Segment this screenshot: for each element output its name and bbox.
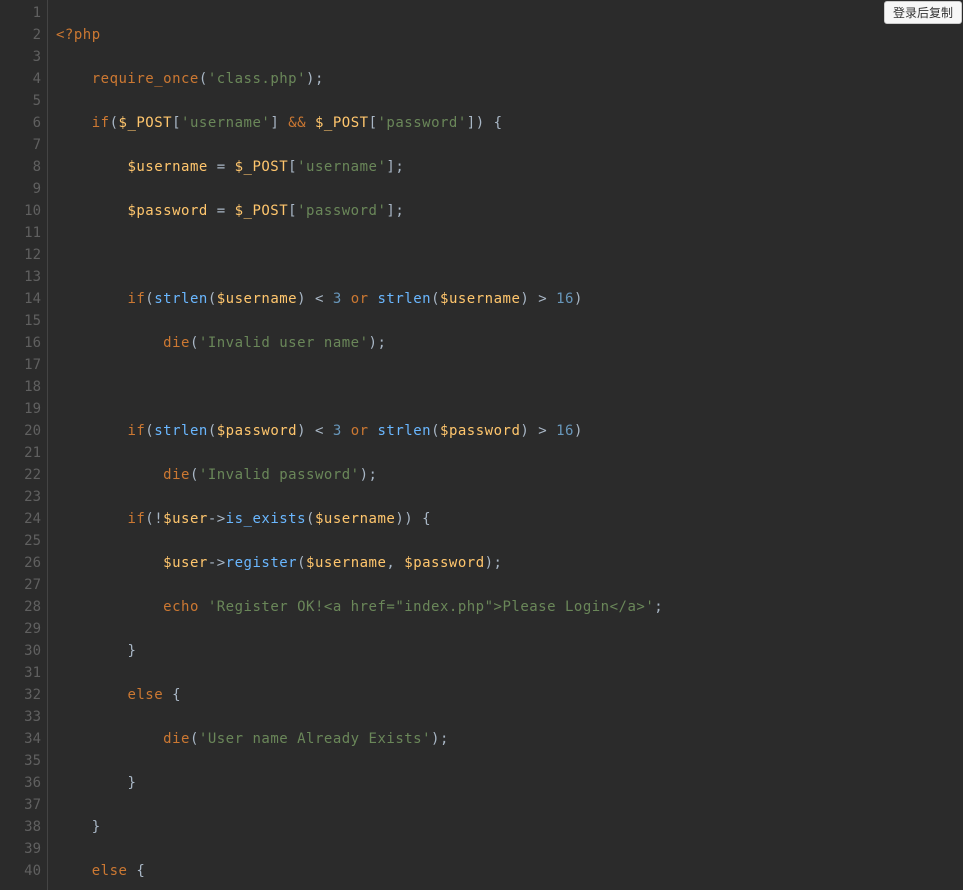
line-number: 2 [0,24,41,46]
code-line: <?php [56,24,963,46]
code-line: die('Invalid password'); [56,464,963,486]
line-number: 15 [0,310,41,332]
line-number: 8 [0,156,41,178]
line-number: 6 [0,112,41,134]
line-number: 7 [0,134,41,156]
line-number: 16 [0,332,41,354]
code-line: $password = $_POST['password']; [56,200,963,222]
line-number: 39 [0,838,41,860]
line-number: 3 [0,46,41,68]
line-number: 19 [0,398,41,420]
line-number: 10 [0,200,41,222]
code-line: else { [56,684,963,706]
line-number: 9 [0,178,41,200]
line-number: 31 [0,662,41,684]
line-number: 21 [0,442,41,464]
code-line: if(!$user->is_exists($username)) { [56,508,963,530]
line-number: 25 [0,530,41,552]
code-line: $username = $_POST['username']; [56,156,963,178]
code-line: else { [56,860,963,882]
code-line: die('User name Already Exists'); [56,728,963,750]
code-line: die('Invalid user name'); [56,332,963,354]
code-line: } [56,816,963,838]
line-number-gutter: 1 2 3 4 5 6 7 8 9 10 11 12 13 14 15 16 1… [0,0,48,890]
copy-after-login-button[interactable]: 登录后复制 [884,1,962,24]
code-line: if(strlen($username) < 3 or strlen($user… [56,288,963,310]
line-number: 11 [0,222,41,244]
line-number: 23 [0,486,41,508]
line-number: 20 [0,420,41,442]
line-number: 4 [0,68,41,90]
line-number: 28 [0,596,41,618]
code-line: $user->register($username, $password); [56,552,963,574]
line-number: 34 [0,728,41,750]
line-number: 33 [0,706,41,728]
code-line: if(strlen($password) < 3 or strlen($pass… [56,420,963,442]
line-number: 35 [0,750,41,772]
code-line: if($_POST['username'] && $_POST['passwor… [56,112,963,134]
line-number: 40 [0,860,41,882]
line-number: 27 [0,574,41,596]
code-line: } [56,772,963,794]
code-line [56,244,963,266]
code-editor: 1 2 3 4 5 6 7 8 9 10 11 12 13 14 15 16 1… [0,0,963,890]
code-line: } [56,640,963,662]
code-line [56,376,963,398]
line-number: 12 [0,244,41,266]
code-line: require_once('class.php'); [56,68,963,90]
line-number: 14 [0,288,41,310]
line-number: 17 [0,354,41,376]
code-line: echo 'Register OK!<a href="index.php">Pl… [56,596,963,618]
line-number: 18 [0,376,41,398]
line-number: 37 [0,794,41,816]
line-number: 29 [0,618,41,640]
line-number: 32 [0,684,41,706]
code-content[interactable]: <?php require_once('class.php'); if($_PO… [48,0,963,890]
line-number: 24 [0,508,41,530]
line-number: 22 [0,464,41,486]
line-number: 36 [0,772,41,794]
line-number: 30 [0,640,41,662]
line-number: 5 [0,90,41,112]
line-number: 1 [0,2,41,24]
line-number: 38 [0,816,41,838]
line-number: 13 [0,266,41,288]
line-number: 26 [0,552,41,574]
